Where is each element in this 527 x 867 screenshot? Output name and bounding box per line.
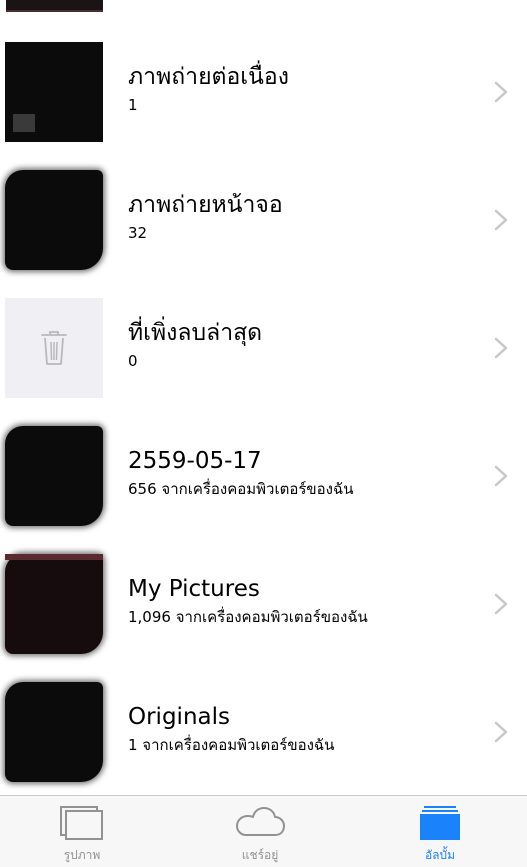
album-title: ภาพถ่ายหน้าจอ bbox=[128, 192, 283, 218]
album-thumbnail bbox=[5, 298, 103, 398]
album-row-my-pictures[interactable]: My Pictures 1,096 จากเครื่องคอมพิวเตอร์ข… bbox=[0, 540, 527, 668]
album-list: ภาพถ่ายต่อเนื่อง 1 ภาพถ่ายหน้าจอ 32 ที่เ… bbox=[0, 28, 527, 796]
album-row-originals[interactable]: Originals 1 จากเครื่องคอมพิวเตอร์ของฉัน bbox=[0, 668, 527, 796]
album-title: ภาพถ่ายต่อเนื่อง bbox=[128, 64, 289, 90]
chevron-right-icon bbox=[494, 337, 508, 359]
chevron-right-icon bbox=[494, 209, 508, 231]
album-title: 2559-05-17 bbox=[128, 448, 262, 474]
album-count: 32 bbox=[128, 224, 148, 242]
albums-icon bbox=[420, 806, 460, 840]
album-row-screenshots[interactable]: ภาพถ่ายหน้าจอ 32 bbox=[0, 156, 527, 284]
tab-albums[interactable]: อัลบั้ม bbox=[380, 796, 500, 867]
tab-label: แชร์อยู่ bbox=[241, 848, 279, 862]
tab-bar: รูปภาพ แชร์อยู่ อัลบั้ม bbox=[0, 795, 527, 867]
trash-icon bbox=[41, 331, 67, 365]
album-title: Originals bbox=[128, 704, 230, 730]
album-count: 1 จากเครื่องคอมพิวเตอร์ของฉัน bbox=[128, 736, 335, 754]
chevron-right-icon bbox=[494, 593, 508, 615]
album-count: 1,096 จากเครื่องคอมพิวเตอร์ของฉัน bbox=[128, 608, 368, 626]
album-thumbnail-partial[interactable] bbox=[6, 0, 103, 12]
album-thumbnail bbox=[5, 682, 103, 782]
album-title: My Pictures bbox=[128, 576, 260, 602]
photos-icon bbox=[60, 806, 103, 840]
album-thumbnail bbox=[5, 426, 103, 526]
tab-shared[interactable]: แชร์อยู่ bbox=[200, 796, 320, 867]
chevron-right-icon bbox=[494, 721, 508, 743]
tab-photos[interactable]: รูปภาพ bbox=[22, 796, 142, 867]
tab-label: อัลบั้ม bbox=[424, 848, 456, 862]
album-title: ที่เพิ่งลบล่าสุด bbox=[128, 320, 263, 346]
chevron-right-icon bbox=[494, 81, 508, 103]
tab-label: รูปภาพ bbox=[63, 848, 101, 862]
album-thumbnail bbox=[5, 170, 103, 270]
cloud-icon bbox=[236, 807, 285, 836]
chevron-right-icon bbox=[494, 465, 508, 487]
album-row-recently-deleted[interactable]: ที่เพิ่งลบล่าสุด 0 bbox=[0, 284, 527, 412]
album-thumbnail bbox=[5, 554, 103, 654]
album-row-2559-05-17[interactable]: 2559-05-17 656 จากเครื่องคอมพิวเตอร์ของฉ… bbox=[0, 412, 527, 540]
album-count: 1 bbox=[128, 96, 138, 114]
album-thumbnail bbox=[5, 42, 103, 142]
album-count: 0 bbox=[128, 352, 138, 370]
albums-screen: ภาพถ่ายต่อเนื่อง 1 ภาพถ่ายหน้าจอ 32 ที่เ… bbox=[0, 0, 527, 867]
album-row-bursts[interactable]: ภาพถ่ายต่อเนื่อง 1 bbox=[0, 28, 527, 156]
album-count: 656 จากเครื่องคอมพิวเตอร์ของฉัน bbox=[128, 480, 354, 498]
